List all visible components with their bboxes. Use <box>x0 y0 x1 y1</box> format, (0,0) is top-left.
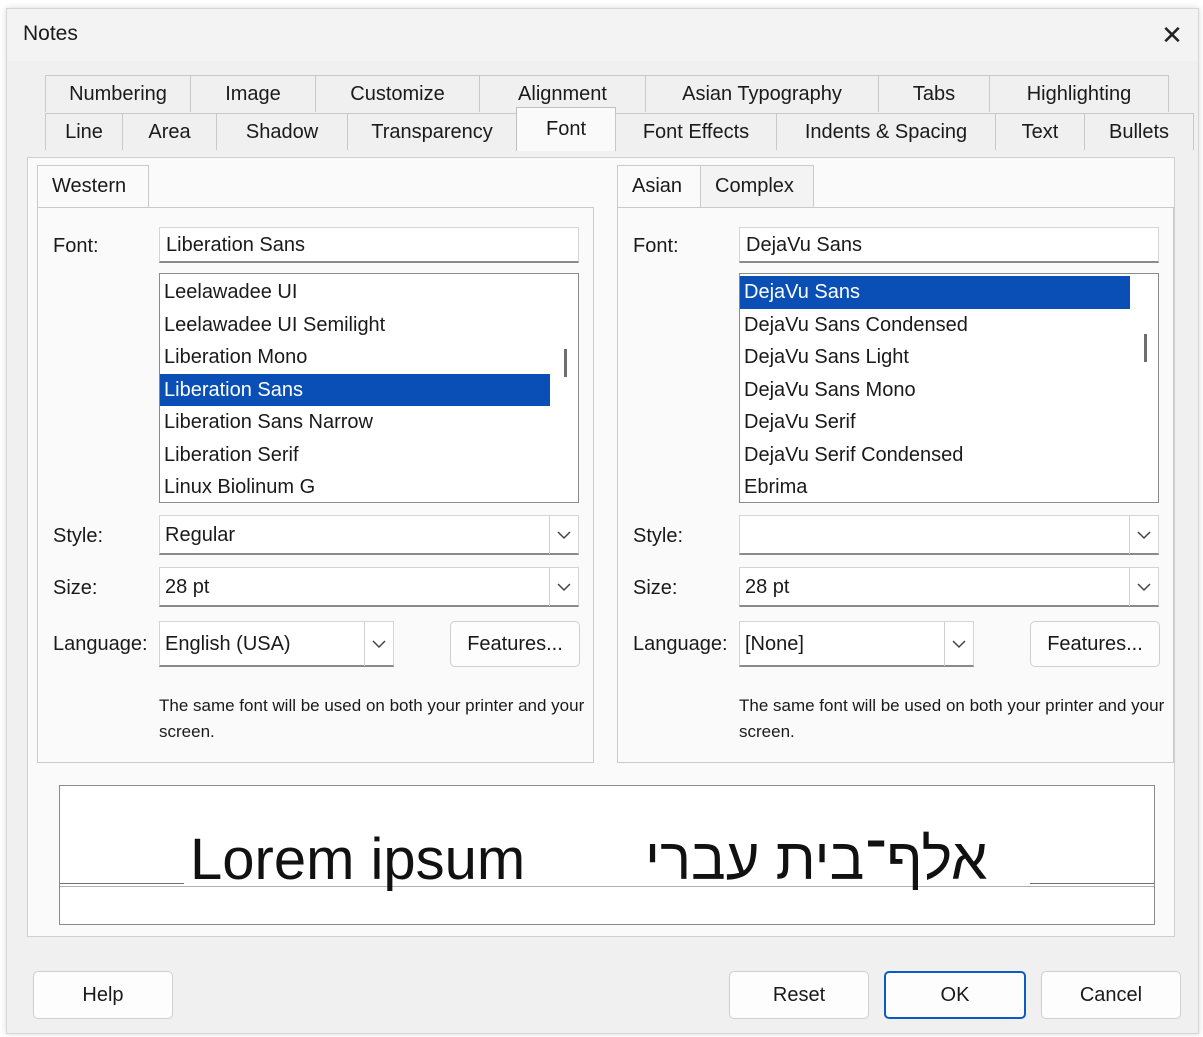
tab-row-bottom: Line Area Shadow Transparency Font Font … <box>45 107 1194 151</box>
preview-latin-text: Lorem ipsum <box>190 827 526 892</box>
western-style-value: Regular <box>165 524 236 546</box>
ok-button[interactable]: OK <box>884 971 1026 1019</box>
asian-size-label: Size: <box>633 577 678 599</box>
western-font-note: The same font will be used on both your … <box>159 696 585 741</box>
chevron-down-icon[interactable] <box>549 516 578 554</box>
font-list-item[interactable]: DejaVu Serif Condensed <box>740 439 1130 472</box>
font-list-item[interactable]: Liberation Serif <box>160 439 550 472</box>
font-list-item[interactable]: DejaVu Sans Condensed <box>740 309 1130 342</box>
asian-font-note: The same font will be used on both your … <box>739 696 1165 741</box>
tab-indents-spacing[interactable]: Indents & Spacing <box>776 113 996 150</box>
reset-button[interactable]: Reset <box>729 971 869 1019</box>
asian-style-dropdown[interactable] <box>739 515 1159 555</box>
title-bar: Notes ✕ <box>7 9 1198 61</box>
chevron-down-icon[interactable] <box>944 622 973 666</box>
preview-hebrew-text: אלף־בית עברי <box>645 827 988 892</box>
tab-complex[interactable]: Complex <box>700 165 814 207</box>
asian-language-dropdown[interactable]: [None] <box>739 621 974 667</box>
tab-tabs[interactable]: Tabs <box>878 75 990 112</box>
western-size-label: Size: <box>53 577 98 599</box>
asian-font-label: Font: <box>633 235 679 257</box>
tab-area[interactable]: Area <box>122 113 217 150</box>
western-font-label: Font: <box>53 235 99 257</box>
font-list-item[interactable]: Liberation Sans Narrow <box>160 406 550 439</box>
tab-transparency[interactable]: Transparency <box>347 113 517 150</box>
font-list-item[interactable]: Linux Biolinum G <box>160 471 550 502</box>
tab-asian[interactable]: Asian <box>617 165 701 207</box>
font-list-item[interactable]: Leelawadee UI <box>160 276 550 309</box>
tab-line[interactable]: Line <box>45 113 123 150</box>
font-list-item[interactable]: Leelawadee UI Semilight <box>160 309 550 342</box>
help-button[interactable]: Help <box>33 971 173 1019</box>
font-list-item[interactable]: DejaVu Sans Light <box>740 341 1130 374</box>
tab-highlighting[interactable]: Highlighting <box>989 75 1169 112</box>
tab-customize[interactable]: Customize <box>315 75 480 112</box>
tab-western[interactable]: Western <box>37 165 149 207</box>
tab-font[interactable]: Font <box>516 107 616 151</box>
western-size-dropdown[interactable]: 28 pt <box>159 567 579 607</box>
font-list-item-selected[interactable]: DejaVu Sans <box>740 276 1130 309</box>
font-list-item-selected[interactable]: Liberation Sans <box>160 373 550 406</box>
western-list-scrollbar[interactable] <box>564 349 567 377</box>
chevron-down-icon[interactable] <box>364 622 393 666</box>
chevron-down-icon[interactable] <box>549 568 578 606</box>
asian-language-label: Language: <box>633 633 728 655</box>
asian-size-dropdown[interactable]: 28 pt <box>739 567 1159 607</box>
asian-font-input[interactable]: DejaVu Sans <box>739 227 1159 263</box>
western-size-value: 28 pt <box>165 576 210 598</box>
tab-font-effects[interactable]: Font Effects <box>615 113 777 150</box>
asian-language-value: [None] <box>745 633 804 655</box>
asian-panel: Asian Complex Font: DejaVu Sans DejaVu S… <box>617 165 1174 765</box>
asian-size-value: 28 pt <box>745 576 790 598</box>
font-preview: Lorem ipsum אלף־בית עברי <box>59 785 1155 925</box>
preview-baseline-right <box>1030 883 1154 884</box>
tab-image[interactable]: Image <box>190 75 316 112</box>
tab-asian-typography[interactable]: Asian Typography <box>645 75 879 112</box>
western-style-dropdown[interactable]: Regular <box>159 515 579 555</box>
western-panel: Western Font: Liberation Sans Leelawadee… <box>37 165 594 765</box>
asian-list-scrollbar[interactable] <box>1144 334 1147 362</box>
western-language-dropdown[interactable]: English (USA) <box>159 621 394 667</box>
close-icon[interactable]: ✕ <box>1152 15 1192 55</box>
asian-features-button[interactable]: Features... <box>1030 621 1160 667</box>
western-features-button[interactable]: Features... <box>450 621 580 667</box>
preview-baseline-left <box>60 883 184 884</box>
tab-shadow[interactable]: Shadow <box>216 113 348 150</box>
dialog-title: Notes <box>23 22 78 45</box>
notes-dialog: Notes ✕ Numbering Image Customize Alignm… <box>6 8 1199 1034</box>
font-list-item[interactable]: DejaVu Sans Mono <box>740 374 1130 407</box>
western-font-input[interactable]: Liberation Sans <box>159 227 579 263</box>
asian-font-list[interactable]: DejaVu Sans DejaVu Sans Condensed DejaVu… <box>739 273 1159 503</box>
font-list-item[interactable]: DejaVu Serif <box>740 406 1130 439</box>
western-style-label: Style: <box>53 525 104 547</box>
cancel-button[interactable]: Cancel <box>1041 971 1181 1019</box>
chevron-down-icon[interactable] <box>1129 516 1158 554</box>
font-list-item[interactable]: Ebrima <box>740 471 1130 502</box>
tab-text[interactable]: Text <box>995 113 1085 150</box>
western-font-list[interactable]: Leelawadee UI Leelawadee UI Semilight Li… <box>159 273 579 503</box>
tab-numbering[interactable]: Numbering <box>45 75 191 112</box>
tab-bullets[interactable]: Bullets <box>1084 113 1194 150</box>
western-language-value: English (USA) <box>165 633 291 655</box>
chevron-down-icon[interactable] <box>1129 568 1158 606</box>
font-list-item[interactable]: Liberation Mono <box>160 341 550 374</box>
asian-style-label: Style: <box>633 525 684 547</box>
western-language-label: Language: <box>53 633 148 655</box>
